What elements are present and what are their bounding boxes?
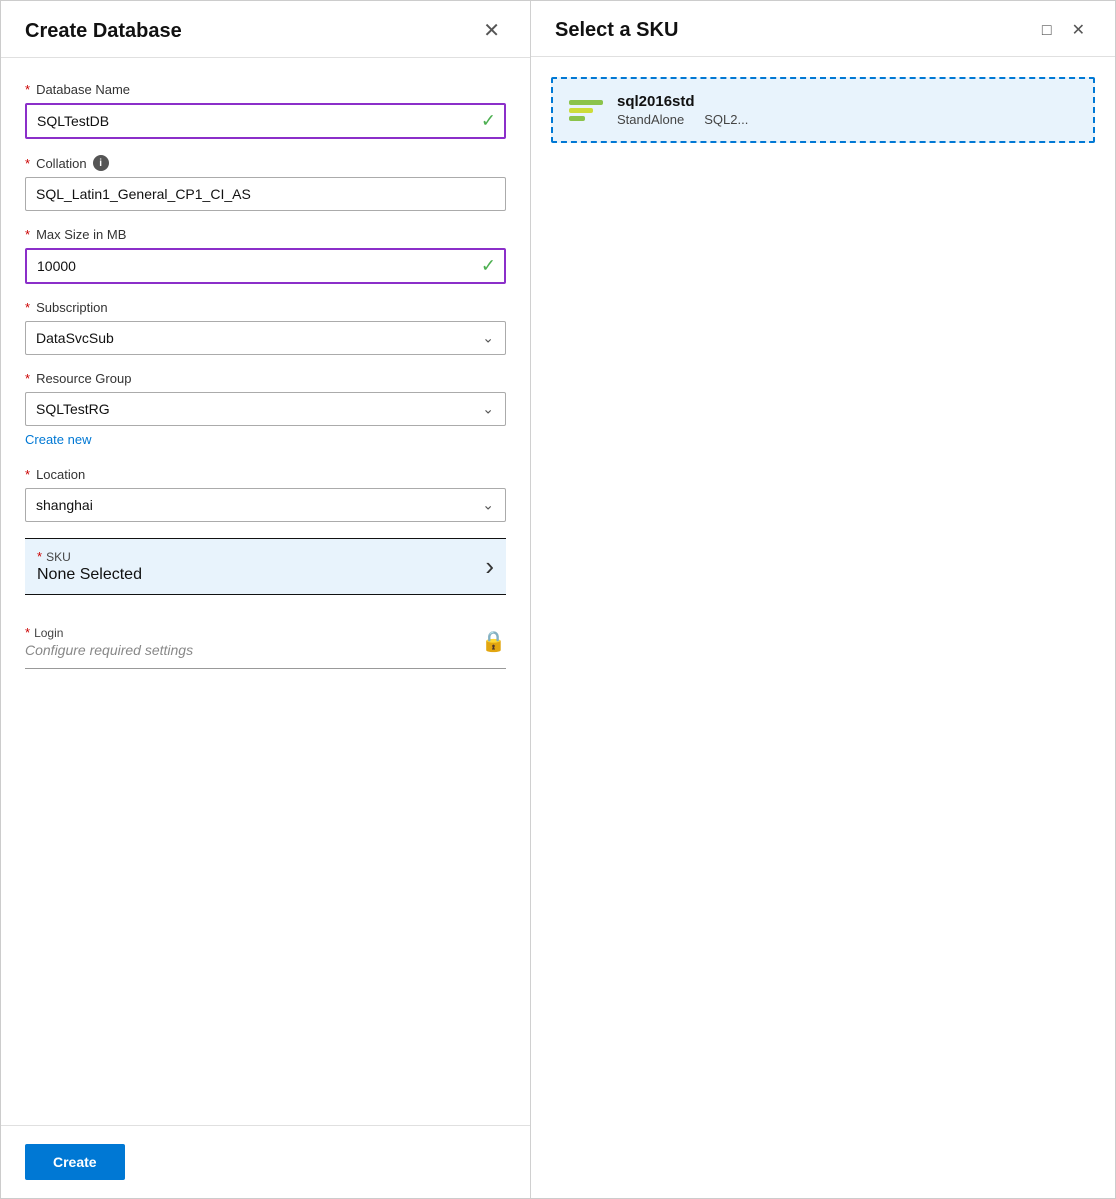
app-container: Create Database ✕ * Database Name ✓ (0, 0, 1116, 1199)
collation-label: * Collation i (25, 155, 506, 171)
sku-bar-1 (569, 100, 603, 105)
location-select-wrapper: shanghai ⌄ (25, 488, 506, 522)
max-size-input-wrapper: ✓ (25, 248, 506, 284)
database-name-input[interactable] (25, 103, 506, 139)
subscription-group: * Subscription DataSvcSub ⌄ (25, 300, 506, 355)
square-icon: □ (1042, 22, 1052, 39)
collation-input[interactable] (25, 177, 506, 211)
required-star: * (25, 82, 30, 97)
location-label: * Location (25, 467, 506, 482)
subscription-select-wrapper: DataSvcSub ⌄ (25, 321, 506, 355)
max-size-checkmark: ✓ (481, 256, 496, 277)
sku-item-version: SQL2... (704, 112, 748, 127)
max-size-input[interactable] (25, 248, 506, 284)
resource-group-group: * Resource Group SQLTestRG ⌄ Create new (25, 371, 506, 447)
required-star-login: * (25, 625, 30, 640)
required-star-sku: * (37, 549, 42, 564)
required-star-rg: * (25, 371, 30, 386)
login-group: * Login Configure required settings 🔒 (25, 615, 506, 669)
left-panel-body: * Database Name ✓ * Collation i (1, 58, 530, 1125)
sku-list-item[interactable]: sql2016std StandAlone SQL2... (551, 77, 1095, 143)
left-panel-footer: Create (1, 1125, 530, 1198)
resource-group-label: * Resource Group (25, 371, 506, 386)
sku-item-icon (569, 100, 603, 121)
sku-chevron-right-icon: › (485, 551, 494, 582)
login-field-inner: * Login Configure required settings (25, 625, 193, 658)
location-select[interactable]: shanghai (25, 488, 506, 522)
sku-field[interactable]: * SKU None Selected › (25, 538, 506, 595)
left-panel-title: Create Database (25, 20, 182, 43)
database-name-checkmark: ✓ (481, 111, 496, 132)
sku-item-details: StandAlone SQL2... (617, 112, 748, 127)
required-star-location: * (25, 467, 30, 482)
sku-item-type: StandAlone (617, 112, 684, 127)
resource-group-select-wrapper: SQLTestRG ⌄ (25, 392, 506, 426)
max-size-group: * Max Size in MB ✓ (25, 227, 506, 284)
login-field-label: * Login (25, 625, 193, 640)
location-group: * Location shanghai ⌄ (25, 467, 506, 522)
subscription-label: * Subscription (25, 300, 506, 315)
max-size-label: * Max Size in MB (25, 227, 506, 242)
sku-field-label: * SKU (37, 549, 142, 564)
right-panel-body: sql2016std StandAlone SQL2... (531, 57, 1115, 1198)
sku-item-name: sql2016std (617, 93, 748, 110)
sku-item-info: sql2016std StandAlone SQL2... (617, 93, 748, 127)
create-new-link[interactable]: Create new (25, 432, 91, 447)
collation-group: * Collation i (25, 155, 506, 211)
right-panel-header: Select a SKU □ ✕ (531, 1, 1115, 57)
right-close-button[interactable]: ✕ (1066, 21, 1091, 41)
sku-field-inner: * SKU None Selected (37, 549, 142, 584)
required-star-sub: * (25, 300, 30, 315)
select-sku-panel: Select a SKU □ ✕ sql2016std (531, 1, 1115, 1198)
sku-field-value: None Selected (37, 566, 142, 584)
left-panel-header: Create Database ✕ (1, 1, 530, 58)
login-field[interactable]: * Login Configure required settings 🔒 (25, 615, 506, 669)
database-name-input-wrapper: ✓ (25, 103, 506, 139)
database-name-group: * Database Name ✓ (25, 82, 506, 139)
maximize-button[interactable]: □ (1036, 21, 1058, 41)
sku-bar-2 (569, 108, 593, 113)
create-button[interactable]: Create (25, 1144, 125, 1180)
create-database-panel: Create Database ✕ * Database Name ✓ (1, 1, 531, 1198)
lock-icon: 🔒 (481, 629, 506, 654)
sku-bar-3 (569, 116, 585, 121)
resource-group-select[interactable]: SQLTestRG (25, 392, 506, 426)
left-close-button[interactable]: ✕ (477, 19, 506, 43)
collation-info-icon[interactable]: i (93, 155, 109, 171)
right-header-buttons: □ ✕ (1036, 21, 1091, 41)
right-panel-title: Select a SKU (555, 19, 678, 42)
database-name-label: * Database Name (25, 82, 506, 97)
collation-input-wrapper (25, 177, 506, 211)
subscription-select[interactable]: DataSvcSub (25, 321, 506, 355)
required-star-collation: * (25, 156, 30, 171)
sku-group: * SKU None Selected › (25, 538, 506, 595)
login-field-placeholder: Configure required settings (25, 642, 193, 658)
required-star-maxsize: * (25, 227, 30, 242)
